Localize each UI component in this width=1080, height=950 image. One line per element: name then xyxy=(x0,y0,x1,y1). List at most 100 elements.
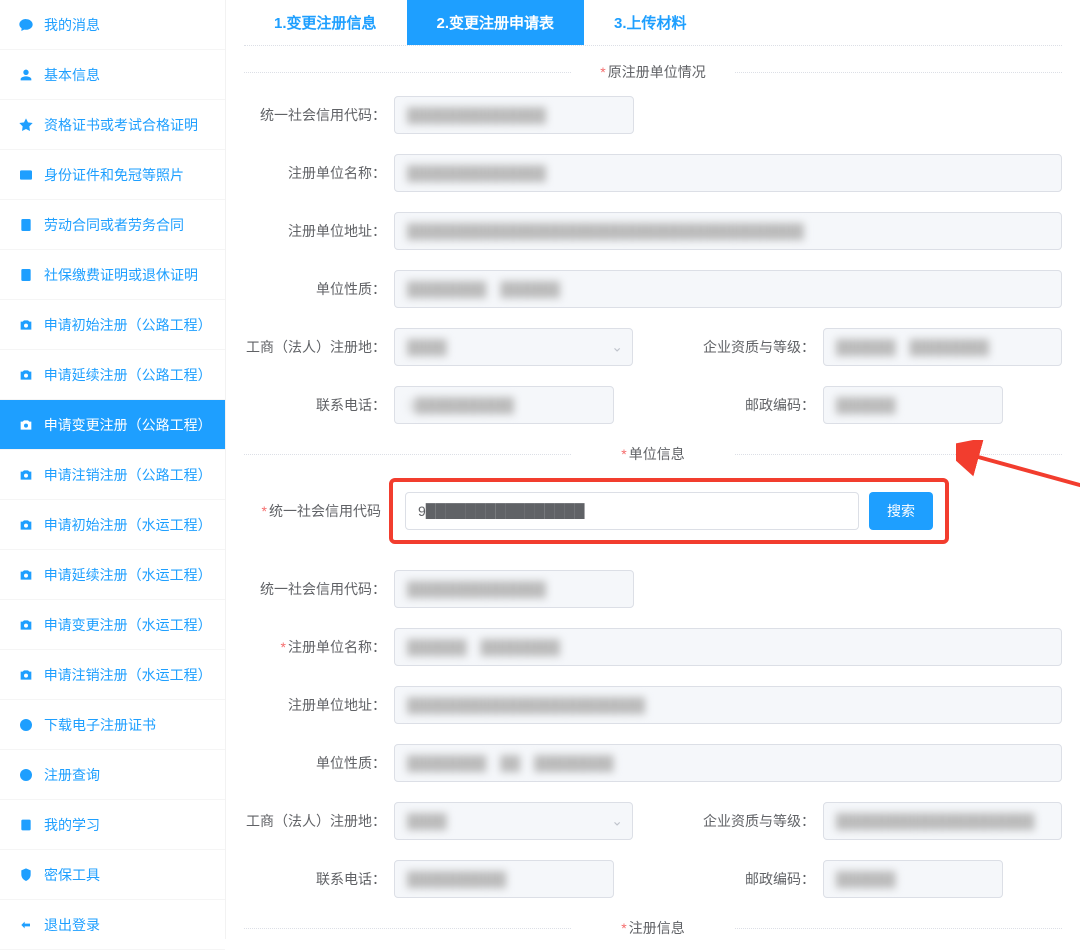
sidebar-item-label: 注册查询 xyxy=(44,765,100,785)
sidebar-item-renew-water[interactable]: 申请延续注册（水运工程） xyxy=(0,550,225,600)
sidebar-item-label: 申请延续注册（水运工程） xyxy=(44,565,209,585)
main-content: 1.变更注册信息 2.变更注册申请表 3.上传材料 *原注册单位情况 统一社会信… xyxy=(226,0,1080,939)
sidebar-item-label: 退出登录 xyxy=(44,915,100,935)
sidebar-item-label: 申请变更注册（水运工程） xyxy=(44,615,209,635)
section-title-original-unit: *原注册单位情况 xyxy=(244,62,1062,82)
camera-icon xyxy=(16,615,36,635)
sidebar-item-label: 社保缴费证明或退休证明 xyxy=(44,265,198,285)
sidebar-item-label: 劳动合同或者劳务合同 xyxy=(44,215,184,235)
sidebar-item-label: 我的学习 xyxy=(44,815,100,835)
label-qualification: 企业资质与等级： xyxy=(673,337,823,357)
label-unit-type-2: 单位性质： xyxy=(244,753,394,773)
sidebar-item-id-photo[interactable]: 身份证件和免冠等照片 xyxy=(0,150,225,200)
value-postcode: ██████ xyxy=(823,386,1003,424)
label-unit-type: 单位性质： xyxy=(244,279,394,299)
value-unit-addr: ████████████████████████████████████████ xyxy=(394,212,1062,250)
sidebar-item-logout[interactable]: 退出登录 xyxy=(0,900,225,950)
sidebar-item-download-cert[interactable]: 下载电子注册证书 xyxy=(0,700,225,750)
sidebar-item-label: 申请初始注册（公路工程） xyxy=(44,315,209,335)
sidebar-item-contract[interactable]: 劳动合同或者劳务合同 xyxy=(0,200,225,250)
camera-icon xyxy=(16,415,36,435)
section-title-unit-info: *单位信息 xyxy=(244,444,1062,464)
sidebar-item-label: 申请注销注册（水运工程） xyxy=(44,665,209,685)
search-icon xyxy=(16,765,36,785)
shield-icon xyxy=(16,265,36,285)
label-unit-name: 注册单位名称： xyxy=(244,163,394,183)
camera-icon xyxy=(16,465,36,485)
camera-icon xyxy=(16,665,36,685)
sidebar-item-label: 我的消息 xyxy=(44,15,100,35)
section-title-reg-info: *注册信息 xyxy=(244,918,1062,938)
value-credit-code-2: ██████████████ xyxy=(394,570,634,608)
value-unit-type: ████████ ██████ xyxy=(394,270,1062,308)
tab-step-3[interactable]: 3.上传材料 xyxy=(584,0,717,45)
badge-icon xyxy=(16,115,36,135)
sidebar-item-my-study[interactable]: 我的学习 xyxy=(0,800,225,850)
idcard-icon xyxy=(16,165,36,185)
search-button[interactable]: 搜索 xyxy=(869,492,933,530)
sidebar-item-renew-road[interactable]: 申请延续注册（公路工程） xyxy=(0,350,225,400)
sidebar-item-social-security[interactable]: 社保缴费证明或退休证明 xyxy=(0,250,225,300)
label-qualification-2: 企业资质与等级： xyxy=(673,811,823,831)
sidebar-item-label: 身份证件和免冠等照片 xyxy=(44,165,184,185)
search-credit-code-input[interactable] xyxy=(405,492,859,530)
camera-icon xyxy=(16,565,36,585)
tab-step-2[interactable]: 2.变更注册申请表 xyxy=(407,0,585,45)
sidebar-item-label: 申请初始注册（水运工程） xyxy=(44,515,209,535)
camera-icon xyxy=(16,515,36,535)
sidebar-item-label: 申请延续注册（公路工程） xyxy=(44,365,209,385)
value-unit-addr-2: ████████████████████████ xyxy=(394,686,1062,724)
value-postcode-2: ██████ xyxy=(823,860,1003,898)
sidebar-item-initial-water[interactable]: 申请初始注册（水运工程） xyxy=(0,500,225,550)
value-unit-name: ██████████████ xyxy=(394,154,1062,192)
label-unit-name-2: *注册单位名称： xyxy=(244,637,394,657)
sidebar-item-change-water[interactable]: 申请变更注册（水运工程） xyxy=(0,600,225,650)
label-search-credit-code: *统一社会信用代码 xyxy=(244,501,389,521)
select-biz-reg-2[interactable]: ████ ⌄ xyxy=(394,802,633,840)
sidebar: 我的消息 基本信息 资格证书或考试合格证明 身份证件和免冠等照片 劳动合同或者劳… xyxy=(0,0,226,939)
sidebar-item-label: 下载电子注册证书 xyxy=(44,715,156,735)
camera-icon xyxy=(16,365,36,385)
label-phone: 联系电话： xyxy=(244,395,394,415)
value-qualification: ██████ ████████ xyxy=(823,328,1062,366)
sidebar-item-label: 申请变更注册（公路工程） xyxy=(44,415,209,435)
logout-icon xyxy=(16,915,36,935)
sidebar-item-reg-query[interactable]: 注册查询 xyxy=(0,750,225,800)
label-biz-reg: 工商（法人）注册地： xyxy=(244,337,394,357)
label-unit-addr: 注册单位地址： xyxy=(244,221,394,241)
value-unit-type-2: ████████ ██ ████████ xyxy=(394,744,1062,782)
sidebar-item-basic-info[interactable]: 基本信息 xyxy=(0,50,225,100)
sidebar-item-label: 资格证书或考试合格证明 xyxy=(44,115,198,135)
label-phone-2: 联系电话： xyxy=(244,869,394,889)
value-qualification-2: ████████████████████ xyxy=(823,802,1062,840)
select-biz-reg[interactable]: ████ ⌄ xyxy=(394,328,633,366)
label-postcode: 邮政编码： xyxy=(673,395,823,415)
label-credit-code: 统一社会信用代码： xyxy=(244,105,394,125)
value-credit-code: ██████████████ xyxy=(394,96,634,134)
sidebar-item-label: 申请注销注册（公路工程） xyxy=(44,465,209,485)
doc-icon xyxy=(16,215,36,235)
sidebar-item-initial-road[interactable]: 申请初始注册（公路工程） xyxy=(0,300,225,350)
sidebar-item-security-tool[interactable]: 密保工具 xyxy=(0,850,225,900)
sidebar-item-change-road[interactable]: 申请变更注册（公路工程） xyxy=(0,400,225,450)
book-icon xyxy=(16,815,36,835)
sidebar-item-label: 密保工具 xyxy=(44,865,100,885)
value-phone: 1██████████ xyxy=(394,386,614,424)
sidebar-item-cancel-water[interactable]: 申请注销注册（水运工程） xyxy=(0,650,225,700)
tab-step-1[interactable]: 1.变更注册信息 xyxy=(244,0,407,45)
sidebar-item-qualification[interactable]: 资格证书或考试合格证明 xyxy=(0,100,225,150)
message-icon xyxy=(16,15,36,35)
download-icon xyxy=(16,715,36,735)
sidebar-item-cancel-road[interactable]: 申请注销注册（公路工程） xyxy=(0,450,225,500)
lock-icon xyxy=(16,865,36,885)
sidebar-item-messages[interactable]: 我的消息 xyxy=(0,0,225,50)
label-biz-reg-2: 工商（法人）注册地： xyxy=(244,811,394,831)
value-phone-2: ██████████ xyxy=(394,860,614,898)
step-tabs: 1.变更注册信息 2.变更注册申请表 3.上传材料 xyxy=(244,0,1062,46)
label-credit-code-2: 统一社会信用代码： xyxy=(244,579,394,599)
label-unit-addr-2: 注册单位地址： xyxy=(244,695,394,715)
person-icon xyxy=(16,65,36,85)
value-unit-name-2: ██████ ████████ xyxy=(394,628,1062,666)
sidebar-item-label: 基本信息 xyxy=(44,65,100,85)
label-postcode-2: 邮政编码： xyxy=(673,869,823,889)
